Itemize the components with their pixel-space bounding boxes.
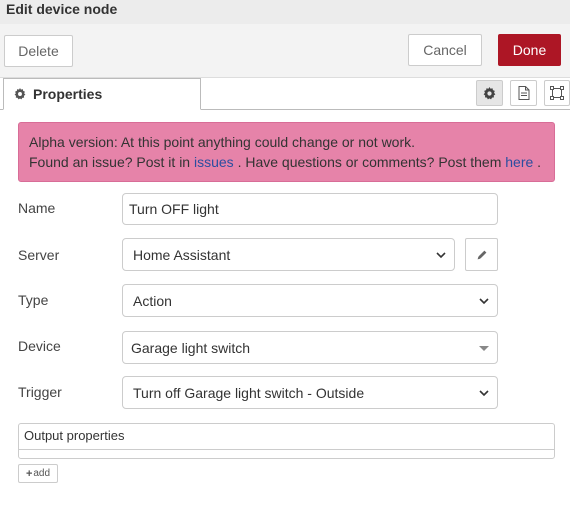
device-select[interactable]: Garage light switch	[122, 331, 498, 364]
alert-line-2: Found an issue? Post it in issues . Have…	[29, 152, 544, 172]
chevron-down-icon	[436, 252, 446, 259]
device-select-value: Garage light switch	[131, 339, 251, 356]
chevron-down-icon	[479, 298, 489, 305]
dialog-toolbar: Delete Cancel Done	[0, 24, 570, 78]
here-link[interactable]: here	[505, 154, 533, 170]
add-output-property-button[interactable]: + add	[18, 464, 58, 483]
tab-settings[interactable]	[476, 80, 503, 106]
add-button-label: add	[33, 468, 51, 479]
type-select[interactable]: Action	[122, 284, 498, 317]
frame-icon	[550, 86, 564, 100]
trigger-label: Trigger	[18, 384, 62, 400]
issues-link[interactable]: issues	[194, 154, 234, 170]
alert-text-a: Found an issue? Post it in	[29, 154, 194, 170]
tab-appearance[interactable]	[544, 80, 570, 106]
cancel-button[interactable]: Cancel	[408, 34, 482, 66]
server-select-value: Home Assistant	[133, 246, 231, 263]
server-select[interactable]: Home Assistant	[122, 238, 455, 271]
caret-down-icon	[479, 346, 489, 351]
device-label: Device	[18, 338, 61, 354]
alert-line-1: Alpha version: At this point anything co…	[29, 134, 416, 150]
delete-button[interactable]: Delete	[4, 35, 73, 67]
gear-icon	[483, 86, 496, 99]
tab-properties[interactable]: Properties	[3, 78, 201, 110]
done-button[interactable]: Done	[498, 34, 561, 66]
name-input[interactable]: Turn OFF light	[122, 193, 498, 225]
alert-text-c: .	[533, 154, 542, 170]
name-label: Name	[18, 200, 56, 216]
dialog-titlebar: Edit device node	[0, 0, 570, 24]
alpha-warning-alert: Alpha version: At this point anything co…	[18, 122, 555, 182]
output-properties-list: Output properties	[18, 423, 555, 459]
name-input-value: Turn OFF light	[129, 201, 219, 217]
server-label: Server	[18, 247, 60, 263]
plus-icon: +	[25, 467, 33, 480]
gear-icon	[14, 88, 26, 100]
pencil-icon	[477, 250, 486, 259]
alert-text-b: . Have questions or comments? Post them	[233, 154, 506, 170]
tab-properties-label: Properties	[33, 86, 103, 102]
type-label: Type	[18, 292, 49, 308]
type-select-value: Action	[133, 292, 172, 309]
chevron-down-icon	[479, 390, 489, 397]
tab-description[interactable]	[510, 80, 537, 106]
tab-bar: Properties	[0, 78, 570, 110]
trigger-select-value: Turn off Garage light switch - Outside	[133, 384, 365, 401]
document-icon	[518, 86, 529, 100]
output-properties-header: Output properties	[19, 424, 554, 450]
edit-server-button[interactable]	[465, 238, 498, 271]
trigger-select[interactable]: Turn off Garage light switch - Outside	[122, 376, 498, 409]
dialog-title: Edit device node	[6, 1, 118, 17]
